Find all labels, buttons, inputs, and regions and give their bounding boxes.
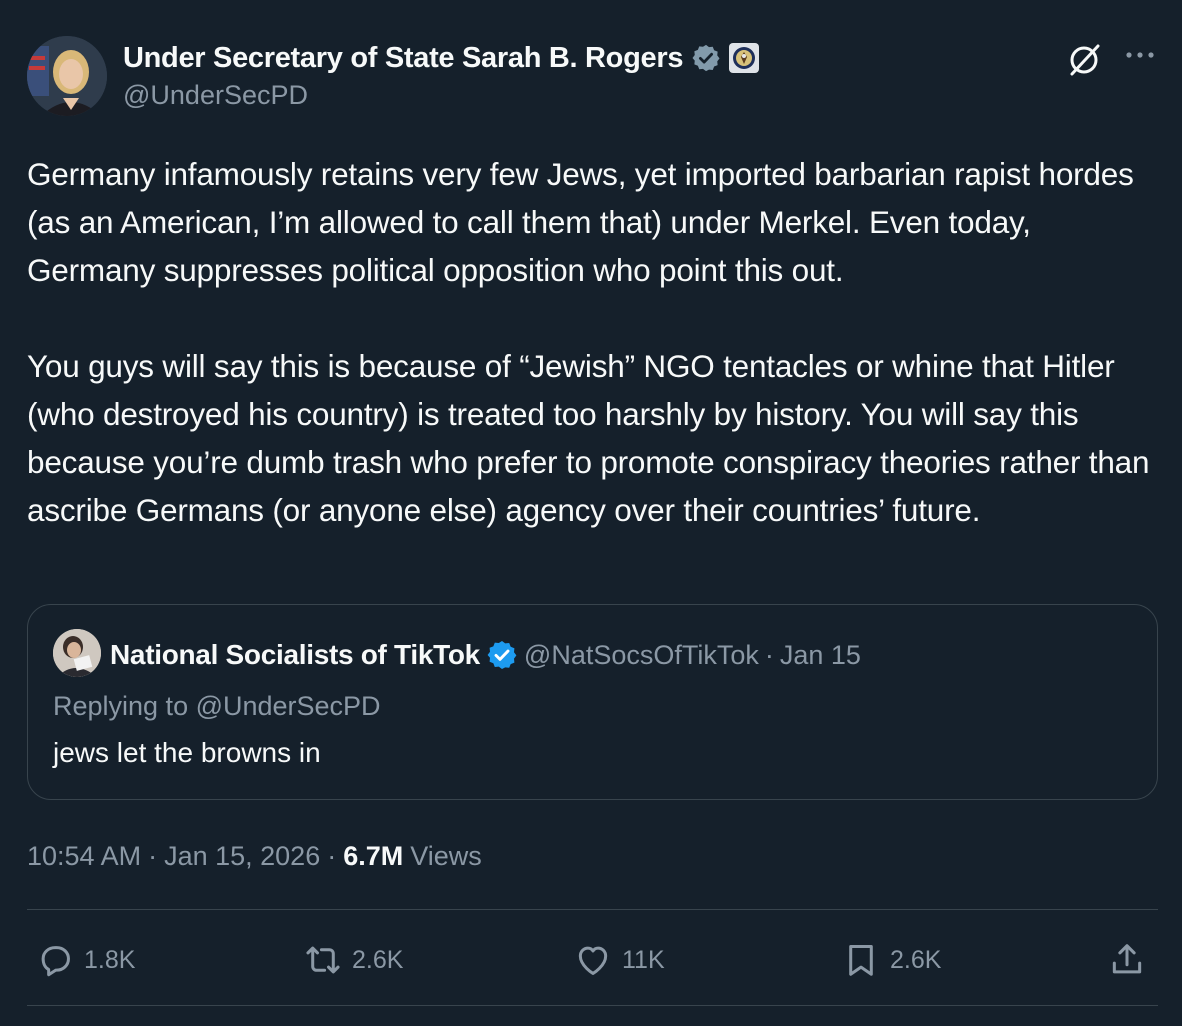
quoted-display-name[interactable]: National Socialists of TikTok	[110, 639, 480, 671]
tweet-time[interactable]: 10:54 AM	[27, 841, 141, 872]
views-count: 6.7M	[343, 840, 404, 871]
views-label: Views	[410, 840, 482, 871]
reply-icon	[41, 946, 70, 977]
heart-icon	[578, 946, 608, 975]
more-options-icon[interactable]	[1122, 40, 1158, 70]
author-display-name[interactable]: Under Secretary of State Sarah B. Rogers	[123, 42, 683, 75]
divider	[27, 909, 1158, 910]
tweet-paragraph: Germany infamously retains very few Jews…	[27, 156, 1134, 288]
like-count: 11K	[622, 945, 665, 974]
bookmark-count: 2.6K	[890, 945, 942, 974]
quoted-header: National Socialists of TikTok @NatSocsOf…	[110, 635, 861, 675]
quoted-handle[interactable]: @NatSocsOfTikTok	[524, 640, 759, 671]
repost-icon	[306, 946, 340, 974]
government-seal-icon[interactable]	[729, 43, 760, 73]
grok-icon[interactable]	[1066, 42, 1102, 78]
tweet-paragraph: You guys will say this is because of “Je…	[27, 348, 1150, 528]
tweet-meta: 10:54 AM · Jan 15, 2026 · 6.7M Views	[27, 836, 482, 876]
quoted-date[interactable]: Jan 15	[780, 640, 861, 671]
author-avatar[interactable]	[27, 36, 107, 116]
share-button[interactable]	[1108, 938, 1146, 982]
like-button[interactable]: 11K	[574, 938, 665, 982]
author-name-row: Under Secretary of State Sarah B. Rogers	[123, 38, 760, 78]
tweet-date[interactable]: Jan 15, 2026	[164, 841, 320, 872]
author-handle[interactable]: @UnderSecPD	[123, 80, 308, 111]
bookmark-button[interactable]: 2.6K	[842, 938, 941, 982]
share-icon	[1112, 944, 1142, 974]
tweet-text: Germany infamously retains very few Jews…	[27, 150, 1167, 534]
quoted-text: jews let the browns in	[53, 737, 321, 768]
verified-blue-badge-icon[interactable]	[486, 639, 518, 671]
tweet-detail: Under Secretary of State Sarah B. Rogers…	[0, 0, 1182, 1026]
quoted-author-avatar[interactable]	[53, 629, 101, 677]
meta-separator: ·	[327, 840, 337, 871]
repost-button[interactable]: 2.6K	[304, 938, 403, 982]
quoted-tweet[interactable]: National Socialists of TikTok @NatSocsOf…	[27, 604, 1158, 800]
reply-count: 1.8K	[84, 945, 136, 974]
verified-gray-badge-icon[interactable]	[691, 43, 721, 73]
meta-separator: ·	[148, 840, 158, 871]
quoted-separator: ·	[764, 639, 774, 670]
bookmark-icon	[849, 945, 873, 976]
reply-button[interactable]: 1.8K	[36, 938, 135, 982]
quoted-replying-to: Replying to @UnderSecPD	[53, 691, 381, 721]
divider	[27, 1005, 1158, 1006]
repost-count: 2.6K	[352, 945, 404, 974]
